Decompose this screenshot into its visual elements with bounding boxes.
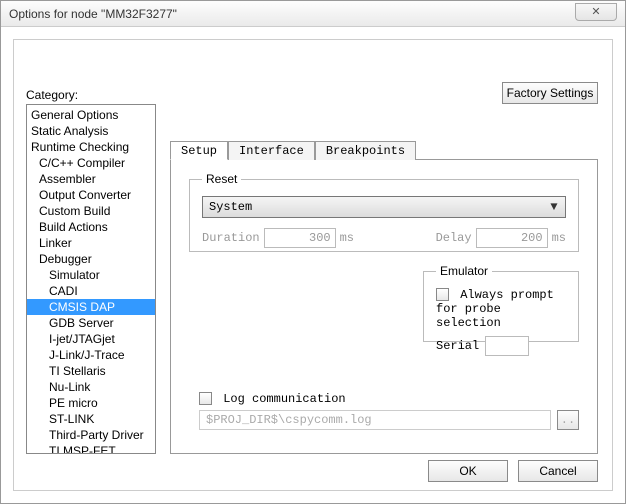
reset-legend: Reset [202, 172, 241, 186]
category-item[interactable]: Linker [27, 235, 155, 251]
delay-label: Delay [436, 231, 472, 245]
log-label: Log communication [223, 392, 345, 406]
category-item[interactable]: Third-Party Driver [27, 427, 155, 443]
category-item[interactable]: Build Actions [27, 219, 155, 235]
category-item[interactable]: TI MSP-FET [27, 443, 155, 454]
category-item[interactable]: PE micro [27, 395, 155, 411]
category-item[interactable]: ST-LINK [27, 411, 155, 427]
tab-interface[interactable]: Interface [228, 141, 315, 160]
reset-select[interactable]: System ▼ [202, 196, 566, 218]
emulator-legend: Emulator [436, 264, 492, 278]
ok-button[interactable]: OK [428, 460, 508, 482]
category-item[interactable]: CADI [27, 283, 155, 299]
setup-panel: Reset System ▼ Duration 300 ms Delay 200… [170, 160, 598, 454]
emulator-group: Emulator Always prompt for probe selecti… [423, 264, 579, 342]
category-item[interactable]: Static Analysis [27, 123, 155, 139]
browse-button[interactable]: .. [557, 410, 579, 430]
client-area: Category: General OptionsStatic Analysis… [13, 39, 613, 491]
category-item[interactable]: TI Stellaris [27, 363, 155, 379]
factory-settings-button[interactable]: Factory Settings [502, 82, 598, 104]
serial-label: Serial [436, 339, 479, 353]
category-list[interactable]: General OptionsStatic AnalysisRuntime Ch… [26, 104, 156, 454]
category-item[interactable]: Runtime Checking [27, 139, 155, 155]
category-item[interactable]: CMSIS DAP [27, 299, 155, 315]
log-path-input[interactable]: $PROJ_DIR$\cspycomm.log [199, 410, 551, 430]
category-item[interactable]: Simulator [27, 267, 155, 283]
dialog-buttons: OK Cancel [428, 460, 598, 482]
serial-input[interactable] [485, 336, 529, 356]
tab-setup[interactable]: Setup [170, 141, 228, 160]
category-item[interactable]: C/C++ Compiler [27, 155, 155, 171]
tab-strip: SetupInterfaceBreakpoints [170, 140, 598, 160]
tab-breakpoints[interactable]: Breakpoints [315, 141, 416, 160]
reset-value: System [209, 200, 252, 214]
category-item[interactable]: I-jet/JTAGjet [27, 331, 155, 347]
duration-delay-row: Duration 300 ms Delay 200 ms [202, 228, 566, 248]
duration-unit: ms [340, 231, 354, 245]
delay-input[interactable]: 200 [476, 228, 548, 248]
cancel-button[interactable]: Cancel [518, 460, 598, 482]
log-section: Log communication $PROJ_DIR$\cspycomm.lo… [199, 392, 579, 430]
close-icon[interactable]: ✕ [575, 3, 617, 21]
window-title: Options for node "MM32F3277" [9, 7, 575, 21]
options-dialog: Options for node "MM32F3277" ✕ Category:… [0, 0, 626, 504]
category-item[interactable]: Nu-Link [27, 379, 155, 395]
delay-unit: ms [552, 231, 566, 245]
duration-label: Duration [202, 231, 260, 245]
category-label: Category: [26, 88, 78, 102]
category-item[interactable]: Output Converter [27, 187, 155, 203]
always-prompt-checkbox[interactable] [436, 288, 449, 301]
category-item[interactable]: Custom Build [27, 203, 155, 219]
duration-input[interactable]: 300 [264, 228, 336, 248]
reset-group: Reset System ▼ Duration 300 ms Delay 200… [189, 172, 579, 252]
category-item[interactable]: J-Link/J-Trace [27, 347, 155, 363]
category-item[interactable]: Assembler [27, 171, 155, 187]
log-checkbox[interactable] [199, 392, 212, 405]
always-prompt-label: Always prompt for probe selection [436, 288, 554, 330]
category-item[interactable]: General Options [27, 107, 155, 123]
category-item[interactable]: Debugger [27, 251, 155, 267]
category-item[interactable]: GDB Server [27, 315, 155, 331]
chevron-down-icon: ▼ [547, 200, 561, 214]
always-prompt-row: Always prompt for probe selection [436, 288, 566, 330]
titlebar: Options for node "MM32F3277" ✕ [1, 1, 625, 27]
